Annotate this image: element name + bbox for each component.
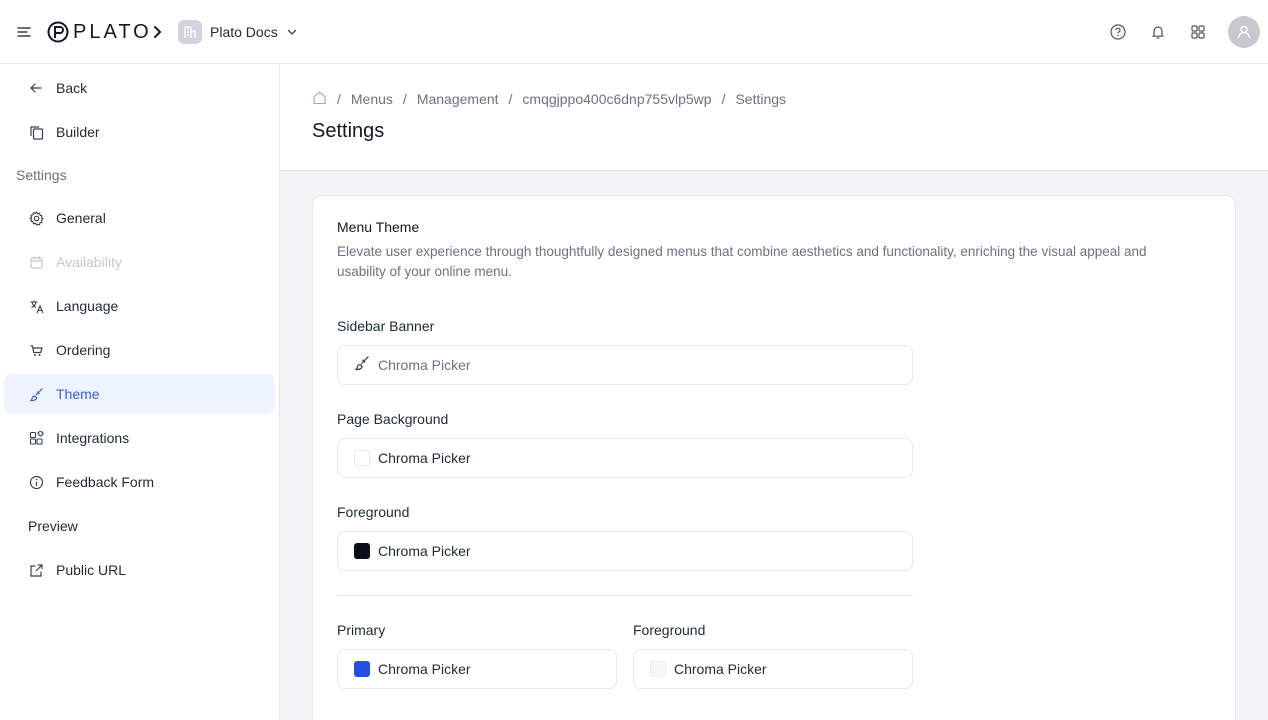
ordering-icon (28, 342, 44, 358)
foreground-swatch (354, 543, 370, 559)
breadcrumb: / Menus / Management / cmqgjppo400c6dnp7… (312, 90, 786, 108)
apps-grid-icon[interactable] (1188, 22, 1208, 42)
page-background-swatch (354, 450, 370, 466)
paint-brush-icon (28, 386, 44, 402)
feedback-form-label: Feedback Form (56, 474, 155, 490)
page-background-label: Page Background (337, 411, 449, 427)
builder-label: Builder (56, 124, 100, 140)
logo-mark-icon (47, 21, 69, 43)
settings-section-label: Settings (16, 167, 67, 183)
top-bar: PLATO Plato Docs (0, 0, 1268, 64)
sidebar-item-public-url[interactable]: Public URL (4, 550, 275, 590)
page-background-picker[interactable]: Chroma Picker (337, 438, 913, 478)
breadcrumb-management[interactable]: Management (417, 91, 499, 107)
menu-icon[interactable] (14, 22, 34, 42)
foreground-picker[interactable]: Chroma Picker (337, 531, 913, 571)
primary-foreground-swatch (650, 661, 666, 677)
calendar-icon (28, 254, 44, 270)
integrations-icon (28, 430, 44, 446)
sidebar-item-availability: Availability (4, 242, 275, 282)
home-icon[interactable] (312, 90, 327, 108)
integrations-label: Integrations (56, 430, 130, 446)
card-description: Elevate user experience through thoughtf… (337, 244, 1147, 279)
sidebar-item-ordering[interactable]: Ordering (4, 330, 275, 370)
breadcrumb-menu-id[interactable]: cmqgjppo400c6dnp755vlp5wp (522, 91, 711, 107)
building-icon (178, 20, 202, 44)
primary-foreground-picker[interactable]: Chroma Picker (633, 649, 913, 689)
page-header: / Menus / Management / cmqgjppo400c6dnp7… (280, 64, 1268, 171)
builder-icon (28, 124, 44, 140)
help-icon[interactable] (1108, 22, 1128, 42)
general-label: General (56, 210, 106, 226)
public-url-label: Public URL (56, 562, 127, 578)
avatar[interactable] (1228, 16, 1260, 48)
user-icon (1237, 25, 1251, 39)
sidebar-item-general[interactable]: General (4, 198, 275, 238)
sidebar-item-builder[interactable]: Builder (4, 112, 275, 152)
back-link[interactable]: Back (4, 68, 275, 108)
card-title: Menu Theme (337, 219, 420, 235)
menu-theme-card: Menu Theme Elevate user experience throu… (312, 195, 1236, 720)
sidebar-banner-value: Chroma Picker (378, 357, 471, 373)
page-title: Settings (312, 120, 385, 142)
sidebar-item-theme[interactable]: Theme (4, 374, 275, 414)
preview-section-label: Preview (28, 518, 78, 534)
logo-text: PLATO (73, 20, 152, 43)
external-link-icon (28, 562, 44, 578)
back-label: Back (56, 80, 88, 96)
page-background-value: Chroma Picker (378, 450, 471, 466)
language-label: Language (56, 298, 119, 314)
breadcrumb-menus[interactable]: Menus (351, 91, 393, 107)
sidebar-banner-label: Sidebar Banner (337, 318, 435, 334)
chevron-down-icon (287, 29, 296, 35)
sidebar-item-integrations[interactable]: Integrations (4, 418, 275, 458)
primary-label: Primary (337, 622, 386, 638)
paint-brush-icon (354, 355, 370, 376)
sidebar-item-language[interactable]: Language (4, 286, 275, 326)
sidebar-banner-picker[interactable]: Chroma Picker (337, 345, 913, 385)
info-icon (28, 474, 44, 490)
primary-value: Chroma Picker (378, 661, 471, 677)
bell-icon[interactable] (1148, 22, 1168, 42)
workspace-switcher[interactable]: Plato Docs (178, 20, 298, 44)
chevron-right-icon (154, 26, 162, 38)
ordering-label: Ordering (56, 342, 111, 358)
primary-foreground-value: Chroma Picker (674, 661, 767, 677)
translate-icon (28, 298, 44, 314)
divider (337, 595, 913, 596)
gear-icon (28, 210, 44, 226)
header-actions (1108, 16, 1260, 48)
primary-swatch (354, 661, 370, 677)
primary-foreground-label: Foreground (633, 622, 706, 638)
foreground-value: Chroma Picker (378, 543, 471, 559)
breadcrumb-settings: Settings (735, 91, 787, 107)
plato-logo[interactable]: PLATO (47, 20, 152, 44)
primary-picker[interactable]: Chroma Picker (337, 649, 617, 689)
sidebar: Back Builder Settings General Availabili… (0, 64, 280, 720)
workspace-name: Plato Docs (210, 24, 278, 40)
foreground-label: Foreground (337, 504, 410, 520)
arrow-left-icon (28, 80, 44, 96)
theme-label: Theme (56, 386, 100, 402)
sidebar-item-feedback-form[interactable]: Feedback Form (4, 462, 275, 502)
main-content: / Menus / Management / cmqgjppo400c6dnp7… (280, 64, 1268, 720)
availability-label: Availability (56, 254, 122, 270)
